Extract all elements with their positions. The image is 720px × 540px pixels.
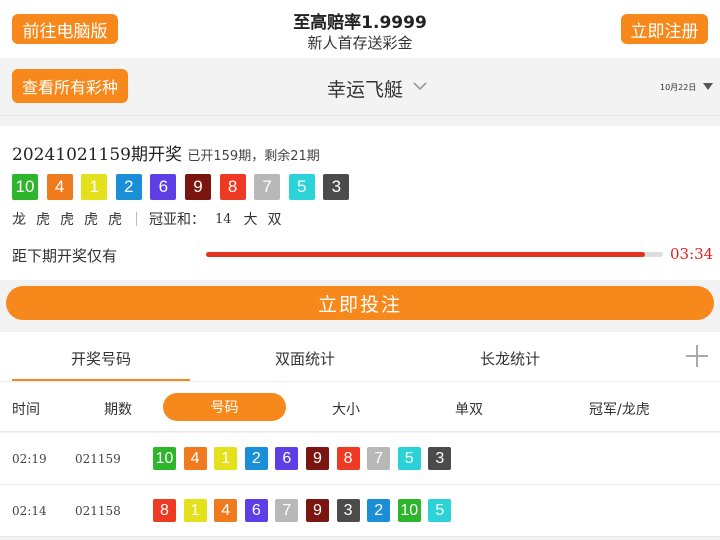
number-ball: 10: [153, 447, 176, 470]
view-all-lotteries-button[interactable]: 查看所有彩种: [12, 69, 128, 103]
number-ball: 6: [244, 499, 268, 522]
row-period: 021159: [75, 452, 121, 466]
number-ball: 9: [184, 174, 211, 200]
number-ball: 4: [183, 447, 207, 470]
number-ball: 10: [12, 174, 38, 200]
tab-long-dragon-stats[interactable]: 长龙统计: [420, 348, 600, 369]
sum-parity: 双: [267, 212, 282, 228]
column-champion-dragon-tiger-toggle[interactable]: 冠军/龙虎: [589, 399, 650, 419]
number-ball: 3: [323, 174, 350, 200]
sum-value: 14: [215, 211, 232, 227]
place-bet-button[interactable]: 立即投注: [6, 286, 714, 320]
row-time: 02:19: [12, 452, 47, 466]
row-numbers: 8 1 4 6 7 9 3 2 10 5: [153, 499, 459, 522]
max-odds-title: 至高赔率1.9999: [293, 13, 427, 33]
lottery-selector-bar: 查看所有彩种 幸运飞艇 10月22日: [0, 58, 720, 116]
number-ball: 5: [288, 174, 315, 200]
number-ball: 6: [150, 174, 177, 200]
current-draw-numbers: 10 4 1 2 6 9 8 7 5 3: [12, 174, 358, 200]
number-ball: 9: [305, 499, 329, 522]
number-ball: 2: [115, 174, 142, 200]
number-ball: 2: [244, 447, 268, 470]
number-ball: 8: [153, 499, 176, 522]
sum-size: 大: [243, 212, 258, 228]
column-odd-even-toggle[interactable]: 单双: [455, 399, 483, 419]
lottery-name-dropdown[interactable]: 幸运飞艇: [300, 75, 430, 102]
dragon-tiger-3: 虎: [60, 212, 74, 228]
row-period: 021158: [75, 504, 121, 518]
draw-stats: 龙 虎 虎 虎 虎 冠亚和： 14 大 双: [12, 209, 292, 229]
number-ball: 4: [46, 174, 73, 200]
result-tabs: 开奖号码 双面统计 长龙统计: [0, 332, 720, 382]
table-row: 02:14 021158 8 1 4 6 7 9 3 2 10 5: [0, 485, 720, 537]
number-ball: 5: [397, 447, 421, 470]
number-ball: 8: [336, 447, 360, 470]
column-numbers-toggle[interactable]: 号码: [163, 393, 286, 421]
number-ball: 4: [214, 499, 238, 522]
caret-down-icon[interactable]: [703, 83, 713, 90]
number-ball: 1: [81, 174, 108, 200]
number-ball: 10: [397, 499, 421, 522]
table-header: 时间 期数 号码 大小 单双 冠军/龙虎: [0, 382, 720, 432]
number-ball: 5: [428, 499, 452, 522]
number-ball: 2: [367, 499, 391, 522]
countdown-progress-fill: [206, 252, 645, 257]
countdown-label: 距下期开奖仅有: [12, 247, 118, 265]
number-ball: 9: [305, 447, 329, 470]
countdown-timer: 03:34: [670, 245, 714, 263]
number-ball: 1: [183, 499, 207, 522]
dragon-tiger-1: 龙: [12, 212, 26, 228]
dragon-tiger-2: 虎: [36, 212, 50, 228]
sum-label: 冠亚和：: [149, 212, 205, 228]
number-ball: 1: [214, 447, 238, 470]
countdown-progress-bar: [206, 252, 663, 257]
draw-period-title: 20241021159期开奖 已开159期，剩余21期: [12, 140, 320, 165]
plus-icon[interactable]: [686, 345, 708, 367]
draw-info: 已开159期，剩余21期: [187, 149, 320, 164]
row-time: 02:14: [12, 504, 47, 518]
active-tab-underline: [12, 379, 190, 381]
number-ball: 8: [219, 174, 246, 200]
column-period: 期数: [104, 402, 132, 418]
draw-period: 20241021159期开奖: [12, 145, 182, 165]
date-selector[interactable]: 10月22日: [660, 82, 696, 93]
tab-draw-numbers[interactable]: 开奖号码: [12, 348, 190, 369]
column-time: 时间: [12, 402, 40, 418]
number-ball: 7: [254, 174, 281, 200]
row-numbers: 10 4 1 2 6 9 8 7 5 3: [153, 447, 459, 470]
table-row: 02:19 021159 10 4 1 2 6 9 8 7 5 3: [0, 433, 720, 485]
divider: [136, 212, 137, 226]
number-ball: 7: [275, 499, 299, 522]
number-ball: 7: [367, 447, 391, 470]
number-ball: 6: [275, 447, 299, 470]
column-size-toggle[interactable]: 大小: [332, 399, 360, 419]
dragon-tiger-5: 虎: [108, 212, 122, 228]
register-button[interactable]: 立即注册: [621, 14, 708, 44]
dragon-tiger-4: 虎: [84, 212, 98, 228]
tab-two-side-stats[interactable]: 双面统计: [215, 348, 395, 369]
number-ball: 3: [428, 447, 452, 470]
top-header: 前往电脑版 至高赔率1.9999 新人首存送彩金 立即注册: [0, 0, 720, 58]
current-draw-card: 20241021159期开奖 已开159期，剩余21期 10 4 1 2 6 9 8 7 5 3 …: [0, 126, 720, 280]
bonus-subtitle: 新人首存送彩金: [307, 34, 413, 52]
go-to-desktop-button[interactable]: 前往电脑版: [12, 14, 118, 44]
number-ball: 3: [336, 499, 360, 522]
chevron-down-icon[interactable]: [412, 78, 428, 94]
